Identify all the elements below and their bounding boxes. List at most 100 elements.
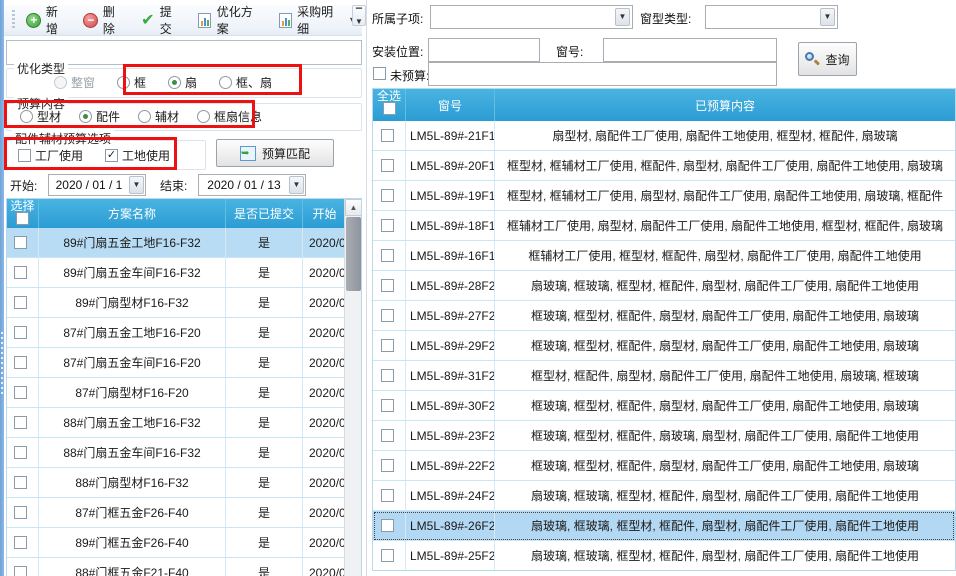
budget-match-button[interactable]: 预算匹配 <box>216 139 334 167</box>
date-end-picker[interactable]: 2020 / 01 / 13 ▼ <box>198 174 306 196</box>
window-no-input[interactable] <box>603 38 777 62</box>
budget-table-row[interactable]: LM5L-89#-20F18框型材, 框辅材工厂使用, 框配件, 扇型材, 扇配… <box>373 151 955 181</box>
row-checkbox[interactable] <box>14 356 27 369</box>
row-checkbox[interactable] <box>14 476 27 489</box>
plan-table-row[interactable]: 88#门扇五金工地F16-F32是2020/0 <box>7 408 346 438</box>
radio-icon[interactable] <box>197 110 210 123</box>
plan-table-row[interactable]: 87#门扇型材F16-F20是2020/0 <box>7 378 346 408</box>
plan-table-scrollbar[interactable]: ▲ <box>344 199 361 576</box>
row-select-cell[interactable] <box>373 361 406 390</box>
toolbar-overflow-button[interactable]: ▔▼ <box>352 5 366 26</box>
submit-button[interactable]: ✔ 提交 <box>135 0 188 40</box>
row-select-cell[interactable] <box>373 331 406 360</box>
submitted-column-header[interactable]: 是否已提交 <box>226 199 303 228</box>
no-budget-checkbox[interactable] <box>373 67 386 80</box>
row-select-cell[interactable] <box>373 511 406 540</box>
install-pos-input[interactable] <box>428 38 540 62</box>
optimize-plan-button[interactable]: 优化方案 <box>192 0 268 40</box>
row-checkbox[interactable] <box>381 279 394 292</box>
row-select-cell[interactable] <box>373 451 406 480</box>
radio-option-配件[interactable]: 配件 <box>79 108 120 125</box>
plan-table-row[interactable]: 89#门扇型材F16-F32是2020/0 <box>7 288 346 318</box>
no-budget-input[interactable] <box>428 62 777 86</box>
plan-table-row[interactable]: 88#门扇五金车间F16-F32是2020/0 <box>7 438 346 468</box>
row-checkbox[interactable] <box>381 159 394 172</box>
radio-icon[interactable] <box>138 110 151 123</box>
budget-table-row[interactable]: LM5L-89#-18F16框辅材工厂使用, 扇型材, 扇配件工厂使用, 扇配件… <box>373 211 955 241</box>
select-all-checkbox[interactable] <box>16 212 29 225</box>
plan-name-column-header[interactable]: 方案名称 <box>39 199 226 228</box>
plan-table-row[interactable]: 89#门框五金F26-F40是2020/0 <box>7 528 346 558</box>
row-select-cell[interactable] <box>373 391 406 420</box>
row-select-cell[interactable] <box>373 211 406 240</box>
plan-table-row[interactable]: 87#门扇五金车间F16-F20是2020/0 <box>7 348 346 378</box>
row-select-cell[interactable] <box>7 228 39 257</box>
row-checkbox[interactable] <box>381 249 394 262</box>
budgeted-content-column-header[interactable]: 已预算内容 <box>495 89 955 121</box>
date-start-picker[interactable]: 2020 / 01 / 1 ▼ <box>48 174 146 196</box>
row-checkbox[interactable] <box>14 326 27 339</box>
row-checkbox[interactable] <box>14 506 27 519</box>
row-checkbox[interactable] <box>381 549 394 562</box>
checkbox-option-工地使用[interactable]: ✓工地使用 <box>105 147 170 164</box>
row-select-cell[interactable] <box>7 378 39 407</box>
row-select-cell[interactable] <box>7 348 39 377</box>
chevron-down-icon[interactable]: ▼ <box>129 176 144 194</box>
budget-table-row[interactable]: LM5L-89#-22F20框玻璃, 框型材, 框配件, 扇型材, 扇配件工厂使… <box>373 451 955 481</box>
row-checkbox[interactable] <box>14 566 27 576</box>
plan-table-row[interactable]: 87#门扇五金工地F16-F20是2020/0 <box>7 318 346 348</box>
budget-table-row[interactable]: LM5L-89#-23F21框玻璃, 框型材, 框配件, 扇玻璃, 扇型材, 扇… <box>373 421 955 451</box>
row-checkbox[interactable] <box>381 489 394 502</box>
plan-table-row[interactable]: 89#门扇五金工地F16-F32是2020/0 <box>7 228 346 258</box>
row-select-cell[interactable] <box>373 301 406 330</box>
row-checkbox[interactable] <box>381 429 394 442</box>
budget-table-row[interactable]: LM5L-89#-28F26扇玻璃, 框玻璃, 框型材, 框配件, 扇型材, 扇… <box>373 271 955 301</box>
radio-option-框、扇[interactable]: 框、扇 <box>219 74 272 91</box>
panel-splitter[interactable] <box>366 0 367 576</box>
radio-option-框[interactable]: 框 <box>117 74 146 91</box>
row-checkbox[interactable] <box>14 296 27 309</box>
radio-option-扇[interactable]: 扇 <box>168 74 197 91</box>
row-checkbox[interactable] <box>14 386 27 399</box>
purchase-detail-button[interactable]: 采购明细 ▼ <box>272 0 362 40</box>
budget-table-row[interactable]: LM5L-89#-21F19扇型材, 扇配件工厂使用, 扇配件工地使用, 框型材… <box>373 121 955 151</box>
row-select-cell[interactable] <box>7 528 39 557</box>
radio-option-框扇信息[interactable]: 框扇信息 <box>197 108 262 125</box>
radio-icon[interactable] <box>168 76 181 89</box>
budget-table-row[interactable]: LM5L-89#-25F23扇玻璃, 框玻璃, 框型材, 框配件, 扇型材, 扇… <box>373 541 955 571</box>
row-select-cell[interactable] <box>373 421 406 450</box>
row-checkbox[interactable] <box>14 236 27 249</box>
budget-table-row[interactable]: LM5L-89#-31F29框型材, 框配件, 扇型材, 扇配件工厂使用, 扇配… <box>373 361 955 391</box>
chevron-down-icon[interactable]: ▼ <box>820 8 835 26</box>
toolbar-grip[interactable] <box>12 10 15 30</box>
row-checkbox[interactable] <box>14 536 27 549</box>
radio-icon[interactable] <box>20 110 33 123</box>
row-checkbox[interactable] <box>381 399 394 412</box>
plan-table-row[interactable]: 88#门扇型材F16-F32是2020/0 <box>7 468 346 498</box>
row-select-cell[interactable] <box>373 151 406 180</box>
plan-table-row[interactable]: 89#门扇五金车间F16-F32是2020/0 <box>7 258 346 288</box>
row-checkbox[interactable] <box>381 339 394 352</box>
row-select-cell[interactable] <box>7 498 39 527</box>
query-button[interactable]: 查询 <box>798 42 857 76</box>
row-checkbox[interactable] <box>14 446 27 459</box>
budget-table-row[interactable]: LM5L-89#-30F28框玻璃, 框型材, 框配件, 扇型材, 扇配件工厂使… <box>373 391 955 421</box>
chevron-down-icon[interactable]: ▼ <box>615 8 630 26</box>
row-select-cell[interactable] <box>7 468 39 497</box>
delete-button[interactable]: − 删除 <box>78 0 131 40</box>
row-checkbox[interactable] <box>381 369 394 382</box>
add-button[interactable]: + 新增 <box>21 0 74 40</box>
row-select-cell[interactable] <box>7 258 39 287</box>
row-checkbox[interactable] <box>381 309 394 322</box>
radio-option-辅材[interactable]: 辅材 <box>138 108 179 125</box>
row-select-cell[interactable] <box>373 121 406 150</box>
row-select-cell[interactable] <box>7 438 39 467</box>
chevron-down-icon[interactable]: ▼ <box>289 176 304 194</box>
splitter-grip[interactable] <box>1 332 3 394</box>
radio-icon[interactable] <box>219 76 232 89</box>
budget-table-row[interactable]: LM5L-89#-24F22扇玻璃, 框玻璃, 框型材, 框配件, 扇型材, 扇… <box>373 481 955 511</box>
radio-icon[interactable] <box>117 76 130 89</box>
budget-table-row[interactable]: LM5L-89#-27F25框玻璃, 框型材, 框配件, 扇型材, 扇配件工厂使… <box>373 301 955 331</box>
scrollbar-thumb[interactable] <box>346 217 361 291</box>
row-checkbox[interactable] <box>381 219 394 232</box>
